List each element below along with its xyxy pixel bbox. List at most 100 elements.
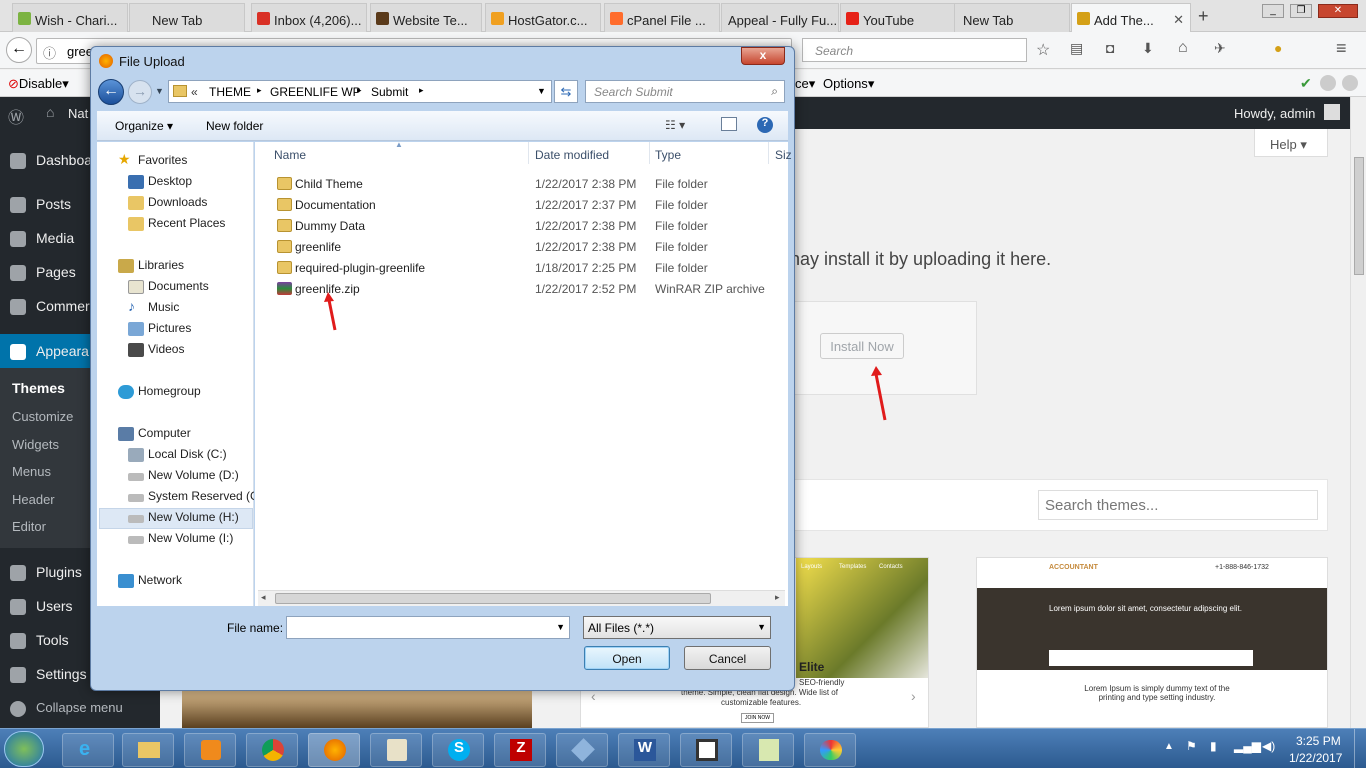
cancel-button[interactable]: Cancel: [684, 646, 771, 670]
show-desktop-button[interactable]: [1354, 729, 1366, 768]
column-divider[interactable]: [768, 142, 769, 164]
scroll-right-icon[interactable]: ▸: [775, 592, 780, 603]
sourcetree-icon[interactable]: [370, 733, 422, 767]
nav-videos[interactable]: Videos: [128, 342, 184, 361]
column-divider[interactable]: [528, 142, 529, 164]
chevron-right-icon[interactable]: ▸: [357, 85, 362, 96]
maximize-button[interactable]: ❐: [1290, 4, 1312, 18]
horizontal-scrollbar[interactable]: ◂ ▸: [258, 590, 785, 606]
recent-dropdown-icon[interactable]: ▼: [155, 86, 164, 96]
browser-tab[interactable]: YouTube: [840, 3, 958, 32]
chrome-icon[interactable]: [246, 733, 298, 767]
nav-homegroup[interactable]: Homegroup: [118, 384, 201, 403]
dialog-search-input[interactable]: Search Submit ⌕: [585, 80, 785, 103]
file-explorer-icon[interactable]: [122, 733, 174, 767]
back-arrow-icon[interactable]: ←: [98, 79, 124, 105]
submenu-menus[interactable]: Menus: [12, 464, 51, 479]
browser-tab[interactable]: cPanel File ...: [604, 3, 720, 32]
flag-icon[interactable]: ⚑: [1186, 739, 1197, 753]
extension-icon[interactable]: ●: [1274, 40, 1282, 56]
browser-tab[interactable]: Website Te...: [370, 3, 482, 32]
help-icon[interactable]: ?: [757, 117, 773, 133]
signal-icon[interactable]: ▂▄▆: [1234, 739, 1261, 753]
search-themes-input[interactable]: Search themes...: [1038, 490, 1318, 520]
submenu-customize[interactable]: Customize: [12, 409, 73, 424]
browser-tab[interactable]: HostGator.c...: [485, 3, 601, 32]
new-tab-button[interactable]: +: [1198, 6, 1209, 27]
back-arrow-icon[interactable]: ←: [6, 37, 32, 63]
chevron-right-icon[interactable]: ▸: [419, 85, 424, 96]
nav-documents[interactable]: Documents: [128, 279, 209, 298]
nav-drive-h[interactable]: New Volume (H:): [128, 510, 239, 529]
virtualbox-icon[interactable]: [556, 733, 608, 767]
nav-network[interactable]: Network: [118, 573, 182, 592]
organize-button[interactable]: Organize ▾: [115, 119, 173, 133]
address-breadcrumb[interactable]: « THEME ▸ GREENLIFE WP ▸ Submit ▸ ▼: [168, 80, 552, 103]
page-scrollbar[interactable]: [1350, 97, 1366, 728]
media-player-icon[interactable]: [184, 733, 236, 767]
submenu-themes[interactable]: Themes: [12, 380, 65, 396]
avatar[interactable]: [1324, 104, 1340, 120]
file-row[interactable]: required-plugin-greenlife 1/18/2017 2:25 …: [255, 257, 788, 278]
filename-input[interactable]: ▼: [286, 616, 570, 639]
disable-menu[interactable]: ⊘Disable▾: [8, 76, 69, 92]
chevron-down-icon[interactable]: ▼: [537, 86, 546, 96]
firefox-icon[interactable]: [308, 733, 360, 767]
app-icon[interactable]: [680, 733, 732, 767]
nav-pictures[interactable]: Pictures: [128, 321, 191, 340]
nav-drive-g[interactable]: System Reserved (G:: [128, 489, 254, 508]
scrollbar-thumb[interactable]: [275, 593, 711, 604]
tray-expand-icon[interactable]: ▲: [1164, 741, 1174, 752]
howdy-user[interactable]: Howdy, admin: [1234, 106, 1315, 121]
nav-desktop[interactable]: Desktop: [128, 174, 192, 193]
browser-tab-active[interactable]: Add The... ✕: [1071, 3, 1191, 32]
filezilla-icon[interactable]: Z: [494, 733, 546, 767]
theme-card-accountant[interactable]: ACCOUNTANT +1-888-846-1732 Lorem ipsum d…: [976, 557, 1328, 728]
close-tab-icon[interactable]: ✕: [1173, 12, 1184, 28]
start-button[interactable]: [4, 731, 44, 767]
new-folder-button[interactable]: New folder: [206, 119, 263, 133]
collapse-menu[interactable]: Collapse menu: [0, 691, 160, 725]
site-name-link[interactable]: Nat: [68, 106, 88, 121]
breadcrumb-greenlife-wp[interactable]: GREENLIFE WP: [270, 85, 361, 99]
nav-music[interactable]: ♪ Music: [128, 300, 179, 319]
file-row[interactable]: Dummy Data 1/22/2017 2:38 PM File folder: [255, 215, 788, 236]
preview-pane-icon[interactable]: [721, 117, 737, 131]
browser-tab[interactable]: Wish - Chari...: [12, 3, 128, 32]
submenu-editor[interactable]: Editor: [12, 519, 46, 534]
nav-favorites[interactable]: ★ Favorites: [118, 153, 187, 172]
addon-icon[interactable]: ✈: [1214, 40, 1226, 57]
nav-computer[interactable]: Computer: [118, 426, 191, 445]
reading-list-icon[interactable]: ▤: [1070, 40, 1083, 57]
submenu-header[interactable]: Header: [12, 492, 55, 507]
options-menu[interactable]: Options▾: [823, 76, 874, 92]
bookmark-star-icon[interactable]: ☆: [1036, 40, 1050, 60]
browser-search-input[interactable]: Search: [802, 38, 1027, 62]
nav-recent-places[interactable]: Recent Places: [128, 216, 225, 235]
open-button[interactable]: Open: [584, 646, 670, 670]
window-close-button[interactable]: ✕: [1318, 4, 1358, 18]
browser-tab[interactable]: New Tab: [954, 3, 1070, 32]
submenu-widgets[interactable]: Widgets: [12, 437, 59, 452]
clock-date[interactable]: 1/22/2017: [1289, 751, 1342, 765]
skype-icon[interactable]: S: [432, 733, 484, 767]
scroll-left-icon[interactable]: ◂: [261, 592, 266, 603]
internet-explorer-icon[interactable]: e: [62, 733, 114, 767]
forward-arrow-icon[interactable]: →: [128, 80, 152, 104]
addon-ce-menu[interactable]: ce▾: [795, 76, 815, 92]
file-row[interactable]: Child Theme 1/22/2017 2:38 PM File folder: [255, 173, 788, 194]
home-icon[interactable]: ⌂: [1178, 39, 1188, 57]
breadcrumb-submit[interactable]: Submit: [371, 85, 408, 99]
file-row[interactable]: greenlife 1/22/2017 2:38 PM File folder: [255, 236, 788, 257]
help-tab[interactable]: Help ▾: [1254, 129, 1328, 157]
breadcrumb-theme[interactable]: THEME: [209, 85, 251, 99]
clock-time[interactable]: 3:25 PM: [1296, 734, 1341, 748]
nav-libraries[interactable]: Libraries: [118, 258, 184, 277]
download-icon[interactable]: ⬇: [1142, 40, 1154, 57]
column-date-modified[interactable]: Date modified: [535, 148, 609, 162]
nav-drive-c[interactable]: Local Disk (C:): [128, 447, 227, 466]
hamburger-menu-icon[interactable]: ≡: [1336, 38, 1347, 59]
word-icon[interactable]: W: [618, 733, 670, 767]
chevron-down-icon[interactable]: ▼: [757, 622, 766, 632]
notepad-plus-icon[interactable]: [742, 733, 794, 767]
